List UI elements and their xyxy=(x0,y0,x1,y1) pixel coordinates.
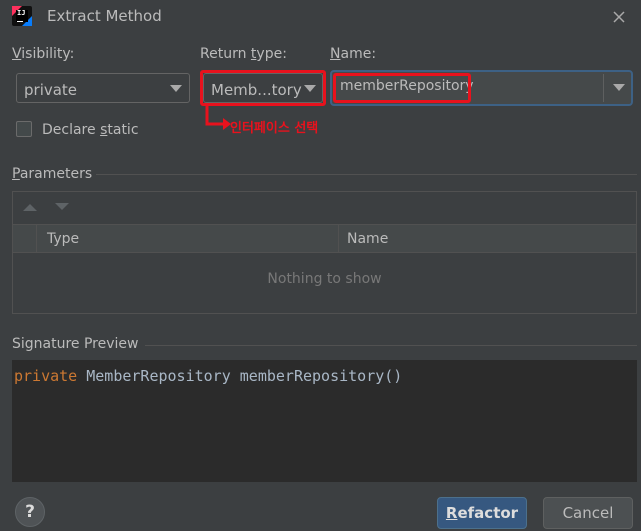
move-up-icon[interactable] xyxy=(23,202,37,212)
signature-preview-separator xyxy=(145,345,637,346)
column-header-name[interactable]: Name xyxy=(347,231,388,247)
name-label: Name: xyxy=(330,46,377,62)
refactor-button[interactable]: Refactor xyxy=(437,497,527,529)
intellij-logo-icon: IJ xyxy=(12,6,32,26)
table-header: Type Name xyxy=(13,224,636,253)
return-type-highlight xyxy=(200,70,326,106)
return-type-label: Return type: xyxy=(200,46,287,62)
empty-table-text: Nothing to show xyxy=(267,271,382,287)
help-button[interactable]: ? xyxy=(15,497,45,527)
parameters-title: Parameters xyxy=(12,166,93,182)
declare-static-label[interactable]: Declare static xyxy=(42,122,139,138)
column-header-type[interactable]: Type xyxy=(47,231,79,247)
visibility-value: private xyxy=(24,81,78,99)
chevron-down-icon xyxy=(170,85,182,92)
parameters-separator xyxy=(96,174,637,175)
chevron-down-icon[interactable] xyxy=(613,84,625,91)
window-title: Extract Method xyxy=(47,7,162,25)
declare-static-checkbox[interactable] xyxy=(16,121,32,137)
close-icon[interactable] xyxy=(606,4,632,30)
signature-preview-title: Signature Preview xyxy=(12,336,139,352)
parameters-panel: Type Name Nothing to show xyxy=(12,191,637,314)
cancel-button[interactable]: Cancel xyxy=(543,497,633,529)
signature-code: private MemberRepository memberRepositor… xyxy=(14,367,403,385)
annotation-text: 인터페이스 선택 xyxy=(230,121,319,136)
name-highlight xyxy=(333,73,471,103)
visibility-label: Visibility: xyxy=(12,46,75,62)
move-down-icon[interactable] xyxy=(55,202,69,212)
visibility-dropdown[interactable]: private xyxy=(16,73,190,103)
